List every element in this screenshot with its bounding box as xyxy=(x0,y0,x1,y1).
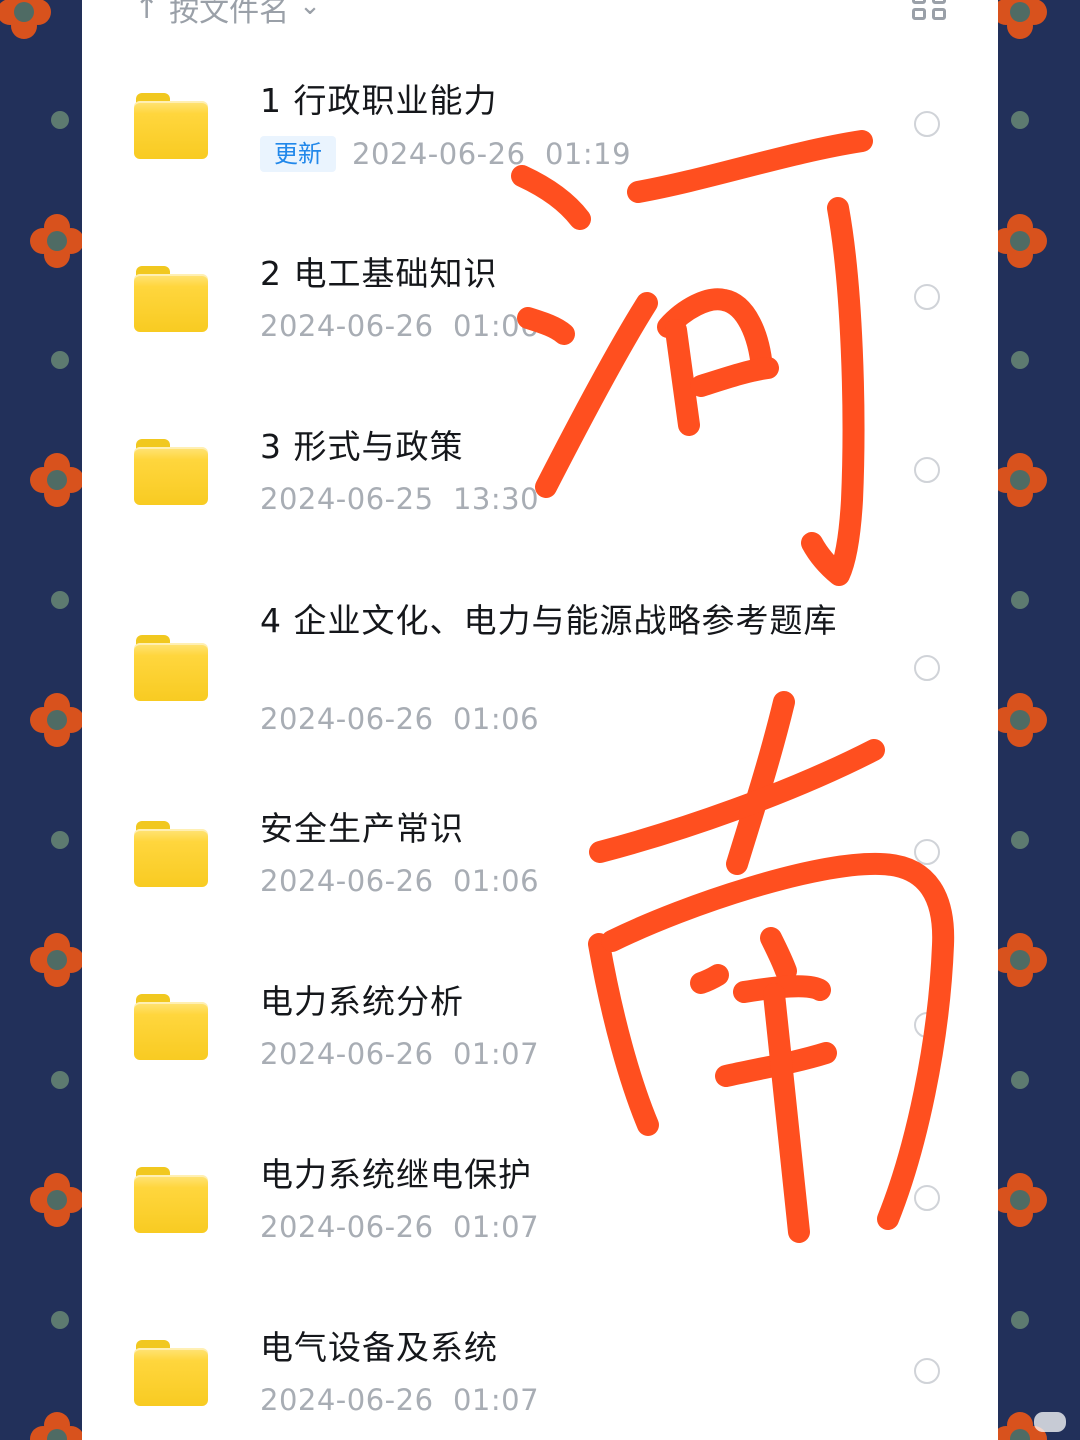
file-meta: 2024-06-26 01:06 xyxy=(260,309,539,343)
file-meta: 2024-06-26 01:06 xyxy=(260,702,539,736)
flower-decoration xyxy=(998,453,1047,507)
file-date: 2024-06-26 01:06 xyxy=(260,702,540,736)
flower-decoration xyxy=(30,1412,82,1440)
grid-view-icon xyxy=(912,8,926,20)
folder-icon xyxy=(134,1340,208,1406)
left-decorative-border xyxy=(0,0,82,1440)
file-meta: 2024-06-25 13:30 xyxy=(260,482,539,516)
file-meta: 2024-06-26 01:07 xyxy=(260,1037,539,1071)
folder-icon xyxy=(134,1167,208,1233)
folder-icon xyxy=(134,635,208,701)
grid-view-icon xyxy=(932,8,946,20)
arrow-up-icon: ↑ xyxy=(134,0,160,26)
dot-decoration xyxy=(51,831,69,849)
update-badge: 更新 xyxy=(260,136,336,172)
file-name: 4 企业文化、电力与能源战略参考题库 xyxy=(260,601,838,640)
flower-decoration xyxy=(30,453,82,507)
sort-label: 按文件名 xyxy=(169,0,290,29)
folder-icon xyxy=(134,439,208,505)
flower-decoration xyxy=(998,1173,1047,1227)
dot-decoration xyxy=(51,1071,69,1089)
select-radio[interactable] xyxy=(914,284,940,310)
file-list-item[interactable]: 电气设备及系统 2024-06-26 01:07 xyxy=(82,1287,998,1440)
file-meta: 2024-06-26 01:07 xyxy=(260,1210,539,1244)
select-radio[interactable] xyxy=(914,655,940,681)
file-date: 2024-06-26 01:07 xyxy=(260,1210,540,1244)
dot-decoration xyxy=(1011,1311,1029,1329)
select-radio[interactable] xyxy=(914,1012,940,1038)
flower-decoration xyxy=(30,693,82,747)
select-radio[interactable] xyxy=(914,1185,940,1211)
file-list-panel: ↑ 按文件名 ⌄ 1 行政职业能力 更新 2024-06-26 01:19 2 … xyxy=(82,0,998,1440)
file-name: 电力系统继电保护 xyxy=(260,1155,532,1194)
file-name: 电气设备及系统 xyxy=(260,1328,498,1367)
folder-icon xyxy=(134,821,208,887)
flower-decoration xyxy=(998,693,1047,747)
file-date: 2024-06-26 01:19 xyxy=(352,137,632,171)
watermark-badge xyxy=(1034,1412,1066,1432)
file-list-item[interactable]: 电力系统继电保护 2024-06-26 01:07 xyxy=(82,1114,998,1286)
file-name: 2 电工基础知识 xyxy=(260,254,498,293)
file-date: 2024-06-25 13:30 xyxy=(260,482,540,516)
flower-decoration xyxy=(30,933,82,987)
folder-icon xyxy=(134,93,208,159)
flower-decoration xyxy=(998,214,1047,268)
select-radio[interactable] xyxy=(914,839,940,865)
sort-dropdown[interactable]: ↑ 按文件名 ⌄ xyxy=(134,0,321,29)
file-list-item[interactable]: 4 企业文化、电力与能源战略参考题库 2024-06-26 01:06 xyxy=(82,560,998,780)
file-list-item[interactable]: 电力系统分析 2024-06-26 01:07 xyxy=(82,941,998,1113)
folder-icon xyxy=(134,994,208,1060)
flower-decoration xyxy=(0,0,51,39)
file-list-item[interactable]: 2 电工基础知识 2024-06-26 01:06 xyxy=(82,213,998,385)
file-name: 电力系统分析 xyxy=(260,982,464,1021)
dot-decoration xyxy=(51,591,69,609)
grid-view-icon xyxy=(912,0,926,4)
select-radio[interactable] xyxy=(914,111,940,137)
dot-decoration xyxy=(1011,1071,1029,1089)
dot-decoration xyxy=(1011,351,1029,369)
file-list-item[interactable]: 1 行政职业能力 更新 2024-06-26 01:19 xyxy=(82,40,998,212)
dot-decoration xyxy=(51,351,69,369)
file-date: 2024-06-26 01:07 xyxy=(260,1383,540,1417)
dot-decoration xyxy=(51,1311,69,1329)
flower-decoration xyxy=(30,214,82,268)
dot-decoration xyxy=(1011,831,1029,849)
flower-decoration xyxy=(30,1173,82,1227)
file-date: 2024-06-26 01:06 xyxy=(260,309,540,343)
dot-decoration xyxy=(51,111,69,129)
grid-view-icon xyxy=(932,0,946,4)
file-list-item[interactable]: 3 形式与政策 2024-06-25 13:30 xyxy=(82,386,998,558)
right-decorative-border xyxy=(998,0,1080,1440)
file-meta: 更新 2024-06-26 01:19 xyxy=(260,136,631,172)
file-meta: 2024-06-26 01:07 xyxy=(260,1383,539,1417)
dot-decoration xyxy=(1011,591,1029,609)
file-meta: 2024-06-26 01:06 xyxy=(260,864,539,898)
flower-decoration xyxy=(998,933,1047,987)
file-name: 安全生产常识 xyxy=(260,809,464,848)
select-radio[interactable] xyxy=(914,1358,940,1384)
folder-icon xyxy=(134,266,208,332)
file-date: 2024-06-26 01:06 xyxy=(260,864,540,898)
select-radio[interactable] xyxy=(914,457,940,483)
file-date: 2024-06-26 01:07 xyxy=(260,1037,540,1071)
file-name: 3 形式与政策 xyxy=(260,427,464,466)
chevron-down-icon: ⌄ xyxy=(299,0,321,21)
flower-decoration xyxy=(998,0,1047,39)
file-list-item[interactable]: 安全生产常识 2024-06-26 01:06 xyxy=(82,768,998,940)
dot-decoration xyxy=(1011,111,1029,129)
grid-view-toggle[interactable] xyxy=(912,0,950,22)
file-name: 1 行政职业能力 xyxy=(260,81,498,120)
